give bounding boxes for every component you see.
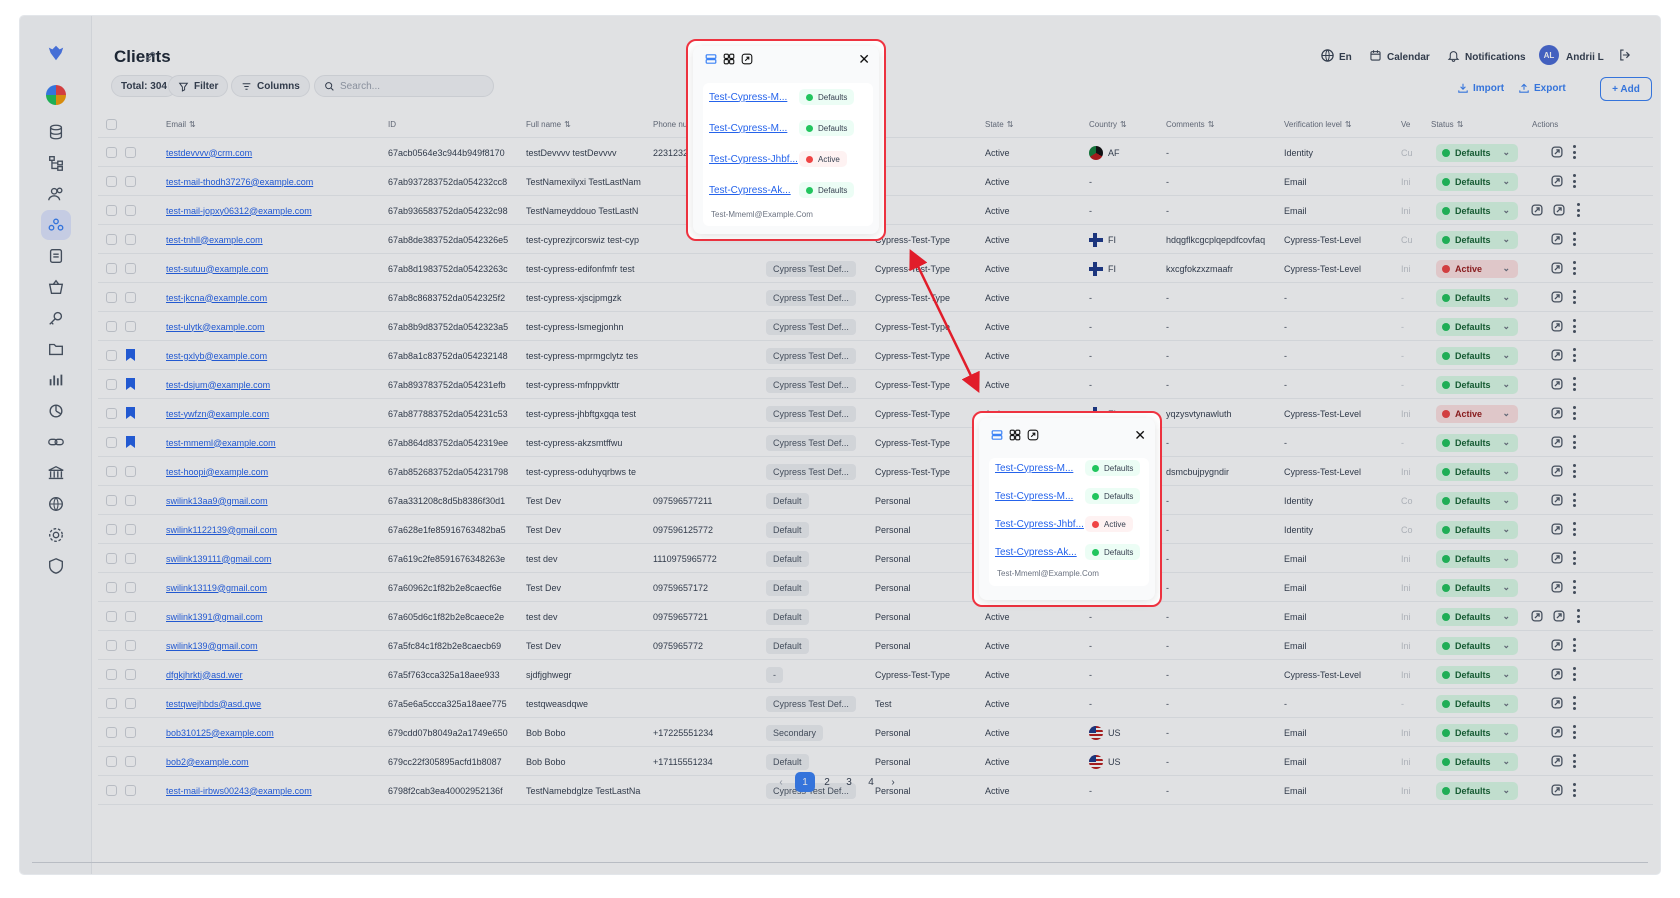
popup-client-item[interactable]: Test-Cypress-M... Defaults (709, 89, 855, 105)
status-dot (806, 124, 813, 132)
popup-client-link[interactable]: Test-Cypress-Ak... (709, 185, 799, 196)
popup-client-item[interactable]: Test-Cypress-M... Defaults (995, 460, 1141, 476)
popup-status-label: Defaults (1104, 547, 1134, 557)
popup-status-label: Defaults (818, 185, 848, 195)
popup-status-badge: Defaults (1085, 460, 1141, 476)
cluster-popup-top: ✕ Test-Cypress-M... Defaults Test-Cypress-… (686, 39, 886, 241)
popup-status-badge: Active (1085, 516, 1133, 532)
popup-client-link[interactable]: Test-Cypress-M... (709, 92, 799, 103)
popup-client-item[interactable]: Test-Cypress-M... Defaults (709, 120, 855, 136)
link-icon[interactable] (741, 53, 753, 65)
popup-email: Test-Mmeml@Example.Com (711, 210, 813, 219)
popup-status-badge: Defaults (799, 89, 855, 105)
popup-toolbar (991, 429, 1039, 441)
popup-client-item[interactable]: Test-Cypress-Ak... Defaults (709, 182, 855, 198)
status-dot (1092, 548, 1099, 556)
popup-card: ✕ Test-Cypress-M... Defaults Test-Cypress-… (693, 46, 879, 234)
popup-status-label: Defaults (818, 92, 848, 102)
popup-list: Test-Cypress-M... Defaults Test-Cypress-M.… (703, 83, 873, 226)
popup-card: ✕ Test-Cypress-M... Defaults Test-Cypress-… (979, 418, 1155, 600)
popup-close-button[interactable]: ✕ (1134, 427, 1146, 444)
list-view-icon[interactable] (991, 429, 1003, 441)
popup-client-link[interactable]: Test-Cypress-M... (709, 123, 799, 134)
popup-status-label: Defaults (1104, 463, 1134, 473)
popup-client-link[interactable]: Test-Cypress-Jhbf... (995, 519, 1085, 530)
status-dot (1092, 464, 1099, 472)
status-dot (806, 186, 813, 194)
status-dot (1092, 520, 1099, 528)
popup-client-link[interactable]: Test-Cypress-Jhbf... (709, 154, 799, 165)
popup-client-item[interactable]: Test-Cypress-Ak... Defaults (995, 544, 1141, 560)
popup-status-badge: Defaults (799, 182, 855, 198)
popup-email: Test-Mmeml@Example.Com (997, 569, 1099, 578)
status-dot (1092, 492, 1099, 500)
link-icon[interactable] (1027, 429, 1039, 441)
popup-status-label: Defaults (818, 123, 848, 133)
app-window: Clients En Calendar Notifications AL And… (20, 16, 1660, 874)
status-dot (806, 93, 813, 101)
grid-view-icon[interactable] (1009, 429, 1021, 441)
popup-list: Test-Cypress-M... Defaults Test-Cypress-M.… (989, 458, 1149, 586)
popup-toolbar (705, 53, 753, 65)
cluster-popup-bottom: ✕ Test-Cypress-M... Defaults Test-Cypress-… (972, 411, 1162, 607)
grid-view-icon[interactable] (723, 53, 735, 65)
popup-client-link[interactable]: Test-Cypress-Ak... (995, 547, 1085, 558)
popup-status-label: Active (1104, 519, 1126, 529)
popup-status-label: Defaults (1104, 491, 1134, 501)
popup-close-button[interactable]: ✕ (858, 51, 870, 68)
popup-status-label: Active (818, 154, 840, 164)
popup-client-item[interactable]: Test-Cypress-Jhbf... Active (709, 151, 847, 167)
popup-client-item[interactable]: Test-Cypress-M... Defaults (995, 488, 1141, 504)
popup-client-item[interactable]: Test-Cypress-Jhbf... Active (995, 516, 1133, 532)
popup-status-badge: Defaults (1085, 544, 1141, 560)
popup-client-link[interactable]: Test-Cypress-M... (995, 463, 1085, 474)
popup-status-badge: Defaults (1085, 488, 1141, 504)
popup-status-badge: Active (799, 151, 847, 167)
list-view-icon[interactable] (705, 53, 717, 65)
status-dot (806, 155, 813, 163)
popup-client-link[interactable]: Test-Cypress-M... (995, 491, 1085, 502)
popup-status-badge: Defaults (799, 120, 855, 136)
